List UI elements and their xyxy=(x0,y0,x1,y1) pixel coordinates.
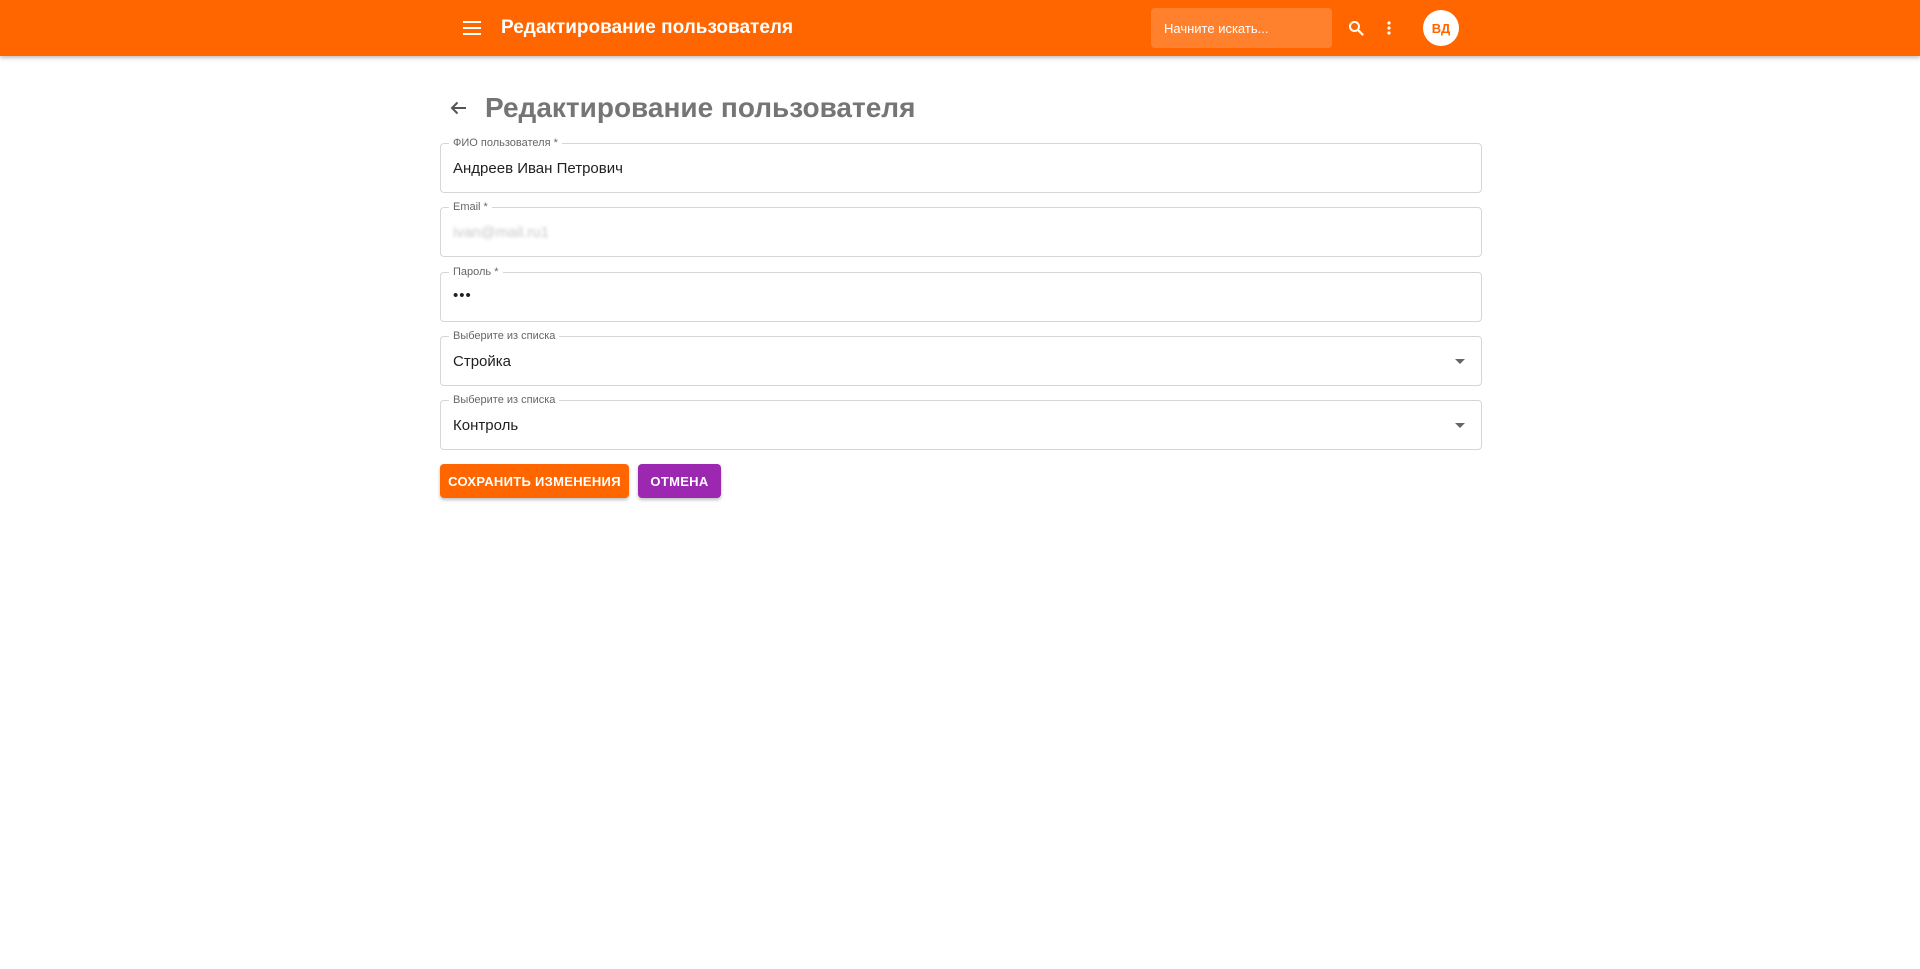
more-vert-icon xyxy=(1387,21,1391,35)
project-select[interactable]: Выберите из списка Стройка xyxy=(440,330,1482,386)
search-button[interactable] xyxy=(1344,16,1368,40)
page-title: Редактирование пользователя xyxy=(485,92,916,123)
full-name-field[interactable]: ФИО пользователя * Андреев Иван Петрович xyxy=(440,137,1482,193)
project-select-value: Стройка xyxy=(453,353,512,370)
full-name-label: ФИО пользователя * xyxy=(449,137,562,149)
menu-icon xyxy=(463,21,481,35)
app-bar: Редактирование пользователя ВД xyxy=(0,0,1920,56)
search-input[interactable] xyxy=(1164,20,1324,36)
save-button[interactable]: СОХРАНИТЬ ИЗМЕНЕНИЯ xyxy=(440,464,629,498)
project-select-label: Выберите из списка xyxy=(449,330,560,342)
email-value[interactable]: ivan@mail.ru1 xyxy=(453,224,549,242)
email-field[interactable]: Email * ivan@mail.ru1 xyxy=(440,201,1482,257)
arrow-back-icon xyxy=(450,101,466,115)
dropdown-arrow-icon[interactable] xyxy=(1455,359,1465,364)
full-name-value[interactable]: Андреев Иван Петрович xyxy=(453,160,623,178)
more-options-button[interactable] xyxy=(1378,16,1400,40)
avatar[interactable]: ВД xyxy=(1423,10,1459,46)
role-select[interactable]: Выберите из списка Контроль xyxy=(440,394,1482,450)
role-select-value: Контроль xyxy=(453,417,519,434)
password-value[interactable]: ••• xyxy=(453,287,472,305)
password-label: Пароль * xyxy=(449,266,503,278)
search-icon xyxy=(1349,21,1364,36)
role-select-label: Выберите из списка xyxy=(449,394,560,406)
dropdown-arrow-icon[interactable] xyxy=(1455,423,1465,428)
menu-button[interactable] xyxy=(458,14,486,42)
app-title: Редактирование пользователя xyxy=(501,17,794,38)
password-field[interactable]: Пароль * ••• xyxy=(440,266,1482,322)
back-button[interactable] xyxy=(446,96,470,120)
cancel-button[interactable]: ОТМЕНА xyxy=(638,464,721,498)
search-box[interactable] xyxy=(1151,8,1332,48)
email-label: Email * xyxy=(449,201,492,213)
